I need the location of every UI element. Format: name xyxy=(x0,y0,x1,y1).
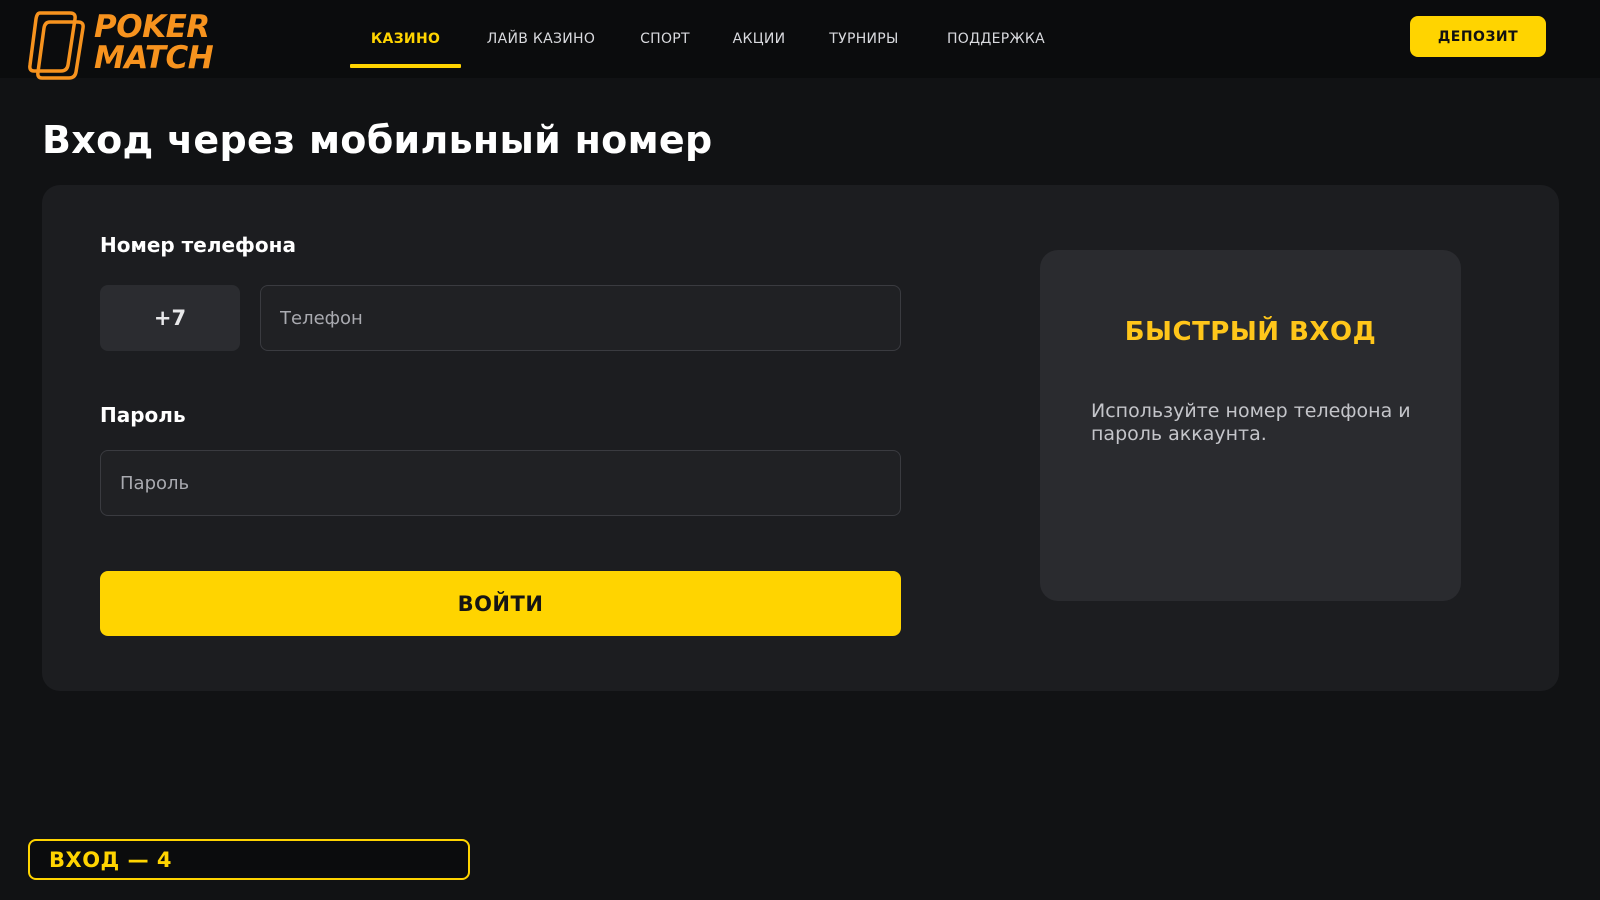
step-badge: ВХОД — 4 xyxy=(28,839,470,880)
password-input[interactable] xyxy=(100,450,901,516)
nav-item-live-casino[interactable]: ЛАЙВ КАЗИНО xyxy=(461,0,621,78)
phone-input[interactable] xyxy=(260,285,901,351)
main-nav: КАЗИНО ЛАЙВ КАЗИНО СПОРТ АКЦИИ ТУРНИРЫ П… xyxy=(350,0,1073,78)
pokermatch-logo-icon xyxy=(28,11,85,80)
pokermatch-logo[interactable]: POKER MATCH xyxy=(26,10,226,80)
quick-login-panel: БЫСТРЫЙ ВХОД Используйте номер телефона … xyxy=(1040,250,1461,601)
password-label: Пароль xyxy=(100,403,186,427)
top-navigation-bar: POKER MATCH КАЗИНО ЛАЙВ КАЗИНО СПОРТ АКЦ… xyxy=(0,0,1600,80)
nav-item-sport[interactable]: СПОРТ xyxy=(621,0,709,78)
logo-wordmark: POKER MATCH xyxy=(94,9,214,76)
login-button[interactable]: ВОЙТИ xyxy=(100,571,901,636)
phone-label: Номер телефона xyxy=(100,233,296,257)
nav-item-promotions[interactable]: АКЦИИ xyxy=(709,0,809,78)
login-card: Номер телефона +7 Пароль ВОЙТИ БЫСТРЫЙ В… xyxy=(42,185,1559,691)
nav-item-casino[interactable]: КАЗИНО xyxy=(350,0,461,78)
nav-item-tournaments[interactable]: ТУРНИРЫ xyxy=(809,0,919,78)
logo-line-2: MATCH xyxy=(94,40,214,76)
deposit-button[interactable]: ДЕПОЗИТ xyxy=(1410,16,1546,57)
country-code-selector[interactable]: +7 xyxy=(100,285,240,351)
page-title: Вход через мобильный номер xyxy=(42,118,713,162)
quick-login-text: Используйте номер телефона и пароль акка… xyxy=(1091,400,1411,445)
nav-item-support[interactable]: ПОДДЕРЖКА xyxy=(919,0,1073,78)
logo-line-1: POKER xyxy=(94,9,210,45)
quick-login-title: БЫСТРЫЙ ВХОД xyxy=(1124,317,1377,347)
